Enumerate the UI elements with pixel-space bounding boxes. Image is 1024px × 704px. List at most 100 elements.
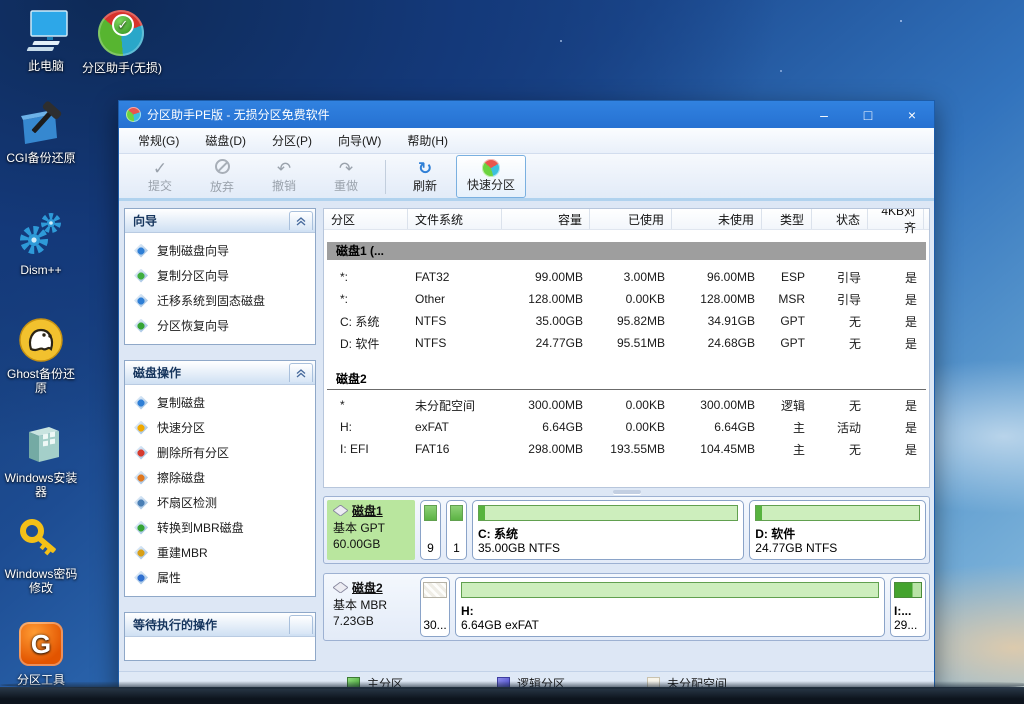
partition-esp[interactable]: 9 bbox=[420, 500, 441, 560]
disk1-label[interactable]: 磁盘1 基本 GPT 60.00GB bbox=[327, 500, 415, 560]
column-header[interactable]: 已使用 bbox=[590, 209, 672, 229]
pending-operations-header[interactable]: 等待执行的操作 bbox=[125, 613, 315, 637]
sidebar: 向导 复制磁盘向导 复制分区向导 bbox=[124, 208, 316, 671]
menu-disk[interactable]: 磁盘(D) bbox=[192, 128, 259, 153]
redo-icon: ↷ bbox=[315, 160, 377, 179]
sidebar-item-delete-all-partitions[interactable]: 删除所有分区 bbox=[125, 440, 315, 465]
desktop-icon-cgi-backup[interactable]: CGI备份还原 bbox=[1, 100, 81, 165]
column-header[interactable]: 文件系统 bbox=[408, 209, 502, 229]
collapse-chevron-icon[interactable] bbox=[289, 363, 313, 382]
desktop-icon-label: 此电脑 bbox=[6, 59, 86, 73]
titlebar[interactable]: 分区助手PE版 - 无损分区免费软件 – □ × bbox=[119, 101, 934, 128]
disk-ops-panel-header[interactable]: 磁盘操作 bbox=[125, 361, 315, 385]
sidebar-item-partition-recovery[interactable]: 分区恢复向导 bbox=[125, 313, 315, 338]
sidebar-item-rebuild-mbr[interactable]: 重建MBR bbox=[125, 540, 315, 565]
desktop-icon-windows-installer[interactable]: Windows安装器 bbox=[1, 420, 81, 499]
menu-partition[interactable]: 分区(P) bbox=[259, 128, 325, 153]
cell: 96.00MB bbox=[672, 270, 762, 284]
sidebar-item-copy-disk[interactable]: 复制磁盘 bbox=[125, 390, 315, 415]
toolbar-separator bbox=[385, 160, 386, 194]
menu-general[interactable]: 常规(G) bbox=[125, 128, 192, 153]
usage-bar bbox=[461, 582, 879, 598]
menu-wizard[interactable]: 向导(W) bbox=[325, 128, 394, 153]
table-row[interactable]: D: 软件 NTFS 24.77GB 95.51MB 24.68GB GPT 无… bbox=[324, 332, 929, 354]
cell: 34.91GB bbox=[672, 314, 762, 328]
convert-to-mbr-icon bbox=[134, 521, 148, 535]
diskgenius-icon: G bbox=[17, 622, 65, 670]
cell: 主 bbox=[762, 441, 812, 458]
sidebar-item-bad-sector-check[interactable]: 坏扇区检测 bbox=[125, 490, 315, 515]
column-header[interactable]: 容量 bbox=[502, 209, 590, 229]
sidebar-item-copy-partition-wizard[interactable]: 复制分区向导 bbox=[125, 263, 315, 288]
partition-i[interactable]: I:... 29... bbox=[890, 577, 926, 637]
table-row[interactable]: *: FAT32 99.00MB 3.00MB 96.00MB ESP 引导 是 bbox=[324, 266, 929, 288]
usage-bar bbox=[755, 505, 920, 521]
menubar: 常规(G) 磁盘(D) 分区(P) 向导(W) 帮助(H) bbox=[119, 128, 934, 154]
cell: 95.51MB bbox=[590, 336, 672, 350]
sidebar-item-quick-partition[interactable]: 快速分区 bbox=[125, 415, 315, 440]
copy-disk-icon bbox=[134, 396, 148, 410]
wizard-panel-header[interactable]: 向导 bbox=[125, 209, 315, 233]
quick-partition-button[interactable]: 快速分区 bbox=[456, 155, 526, 198]
disk2-label[interactable]: 磁盘2 基本 MBR 7.23GB bbox=[327, 577, 415, 637]
close-button[interactable]: × bbox=[890, 101, 934, 128]
cell: 是 bbox=[868, 269, 924, 286]
refresh-button[interactable]: ↻ 刷新 bbox=[394, 160, 456, 194]
disk2-group-row[interactable]: 磁盘2 bbox=[327, 370, 926, 390]
table-row[interactable]: *: Other 128.00MB 0.00KB 128.00MB MSR 引导… bbox=[324, 288, 929, 310]
disk1-group-row[interactable]: 磁盘1 (... bbox=[327, 242, 926, 260]
sidebar-item-properties[interactable]: 属性 bbox=[125, 565, 315, 590]
partition-msr[interactable]: 1 bbox=[446, 500, 467, 560]
submit-icon: ✓ bbox=[129, 160, 191, 179]
desktop-icon-label: Ghost备份还原 bbox=[1, 367, 81, 395]
desktop-icon-dism[interactable]: Dism++ bbox=[1, 212, 81, 277]
partition-h[interactable]: H: 6.64GB exFAT bbox=[455, 577, 885, 637]
cell: FAT16 bbox=[408, 442, 502, 456]
quick-partition-icon bbox=[482, 159, 500, 177]
pending-operations-list[interactable] bbox=[125, 637, 315, 660]
discard-button[interactable]: 放弃 bbox=[191, 159, 253, 195]
cell: 是 bbox=[868, 441, 924, 458]
pane-splitter[interactable] bbox=[323, 488, 930, 496]
column-header[interactable]: 分区 bbox=[324, 209, 408, 229]
collapse-chevron-icon[interactable] bbox=[289, 211, 313, 230]
disk1-map: 磁盘1 基本 GPT 60.00GB 9 1 C: 系统 35.00GB NTF… bbox=[323, 496, 930, 564]
column-header[interactable]: 类型 bbox=[762, 209, 812, 229]
cell: I: EFI bbox=[324, 442, 408, 456]
collapse-chevron-icon[interactable] bbox=[289, 615, 313, 634]
partition-recovery-icon bbox=[134, 319, 148, 333]
desktop-icon-ghost-backup[interactable]: Ghost备份还原 bbox=[1, 316, 81, 395]
desktop-icon-this-pc[interactable]: 此电脑 bbox=[6, 8, 86, 73]
menu-help[interactable]: 帮助(H) bbox=[394, 128, 461, 153]
cell: 193.55MB bbox=[590, 442, 672, 456]
maximize-button[interactable]: □ bbox=[846, 101, 890, 128]
cell: 活动 bbox=[812, 419, 868, 436]
table-row[interactable]: H: exFAT 6.64GB 0.00KB 6.64GB 主 活动 是 bbox=[324, 416, 929, 438]
partition-d[interactable]: D: 软件 24.77GB NTFS bbox=[749, 500, 926, 560]
usage-bar bbox=[450, 505, 463, 521]
sidebar-item-migrate-os-ssd[interactable]: 迁移系统到固态磁盘 bbox=[125, 288, 315, 313]
submit-button[interactable]: ✓ 提交 bbox=[129, 160, 191, 194]
table-row[interactable]: C: 系统 NTFS 35.00GB 95.82MB 34.91GB GPT 无… bbox=[324, 310, 929, 332]
windows-password-icon bbox=[17, 516, 65, 564]
desktop-icon-partition-assistant[interactable]: ✓ 分区助手(无损) bbox=[82, 10, 162, 75]
partition-c[interactable]: C: 系统 35.00GB NTFS bbox=[472, 500, 744, 560]
dism-icon bbox=[17, 212, 65, 260]
table-row[interactable]: * 未分配空间 300.00MB 0.00KB 300.00MB 逻辑 无 是 bbox=[324, 394, 929, 416]
table-row[interactable]: I: EFI FAT16 298.00MB 193.55MB 104.45MB … bbox=[324, 438, 929, 460]
desktop-icon-windows-password[interactable]: Windows密码修改 bbox=[1, 516, 81, 595]
redo-button[interactable]: ↷ 重做 bbox=[315, 160, 377, 194]
cell: 24.68GB bbox=[672, 336, 762, 350]
sidebar-item-wipe-disk[interactable]: 擦除磁盘 bbox=[125, 465, 315, 490]
sidebar-item-copy-disk-wizard[interactable]: 复制磁盘向导 bbox=[125, 238, 315, 263]
sidebar-item-convert-to-mbr[interactable]: 转换到MBR磁盘 bbox=[125, 515, 315, 540]
minimize-button[interactable]: – bbox=[802, 101, 846, 128]
column-header[interactable]: 状态 bbox=[812, 209, 868, 229]
cell: FAT32 bbox=[408, 270, 502, 284]
cell: 3.00MB bbox=[590, 270, 672, 284]
column-header[interactable]: 4KB对齐 bbox=[868, 209, 924, 229]
cell: 0.00KB bbox=[590, 398, 672, 412]
undo-button[interactable]: ↶ 撤销 bbox=[253, 160, 315, 194]
column-header[interactable]: 未使用 bbox=[672, 209, 762, 229]
partition-unallocated[interactable]: 30... bbox=[420, 577, 450, 637]
